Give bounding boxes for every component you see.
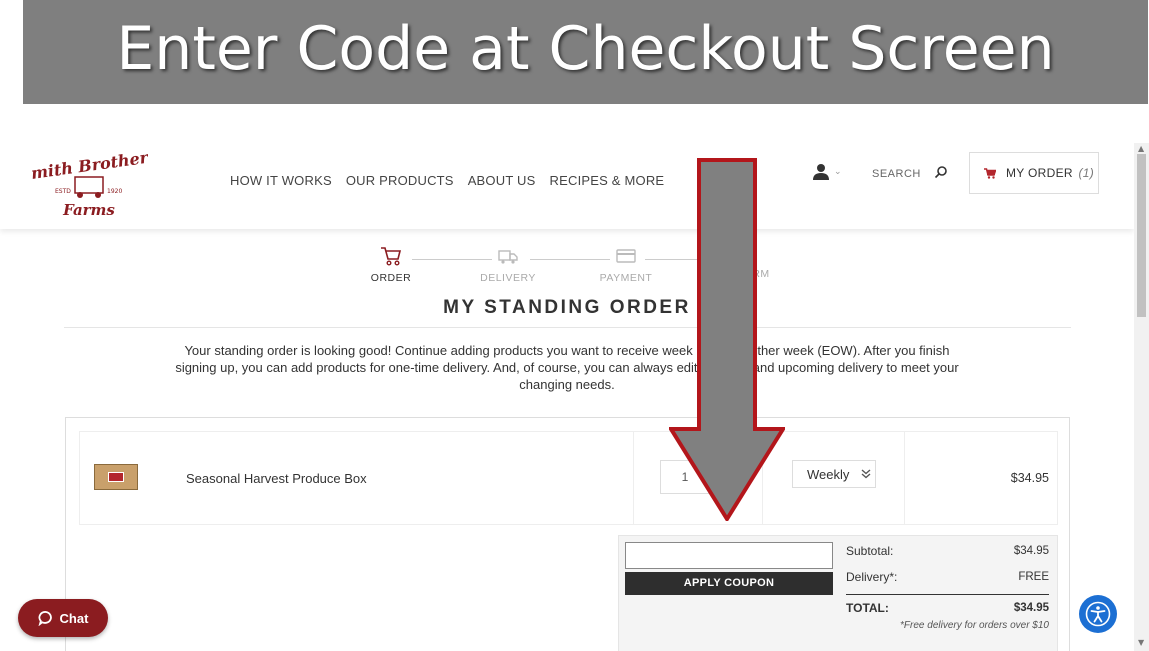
- accessibility-button[interactable]: [1079, 595, 1117, 633]
- chat-bubble-icon: [38, 611, 52, 626]
- step-delivery[interactable]: DELIVERY: [473, 246, 543, 284]
- site-header: Smith Brothers ESTD 1920 Farms HOW IT WO…: [0, 143, 1134, 229]
- step-order[interactable]: ORDER: [356, 246, 426, 284]
- nav-about-us[interactable]: ABOUT US: [468, 173, 536, 188]
- nav-our-products[interactable]: OUR PRODUCTS: [346, 173, 454, 188]
- intro-line1: Your standing order is looking good! Con…: [184, 343, 693, 358]
- title-divider: [64, 327, 1071, 328]
- order-summary: APPLY COUPON Subtotal: $34.95 Delivery*:…: [618, 535, 1058, 651]
- delivery-label: Delivery*:: [846, 570, 898, 584]
- chat-label: Chat: [59, 610, 89, 626]
- intro-line3: changing needs.: [519, 377, 615, 392]
- step-label: DELIVERY: [480, 272, 536, 284]
- account-menu[interactable]: ⌄: [812, 163, 842, 181]
- search-icon[interactable]: [934, 165, 948, 179]
- intro-text: Your standing order is looking good! Con…: [150, 342, 984, 393]
- totals: Subtotal: $34.95 Delivery*: FREE TOTAL: …: [846, 542, 1049, 621]
- logo-line2: Farms: [62, 201, 115, 219]
- subtotal-value: $34.95: [1013, 545, 1049, 557]
- delivery-row: Delivery*: FREE: [846, 568, 1049, 594]
- delivery-value: FREE: [1018, 571, 1049, 583]
- my-order-label: MY ORDER: [1006, 166, 1073, 180]
- down-arrow-annotation: [669, 158, 785, 521]
- cart-panel: Seasonal Harvest Produce Box 1 Weekly $3…: [65, 417, 1070, 651]
- logo-truck-icon: [74, 176, 104, 194]
- frequency-select[interactable]: Weekly: [792, 460, 876, 488]
- product-image[interactable]: [94, 464, 138, 490]
- product-name[interactable]: Seasonal Harvest Produce Box: [186, 471, 367, 486]
- main-nav: HOW IT WORKS OUR PRODUCTS ABOUT US RECIP…: [230, 173, 678, 188]
- frequency-value: Weekly: [807, 466, 850, 482]
- subtotal-row: Subtotal: $34.95: [846, 542, 1049, 568]
- cart-row: Seasonal Harvest Produce Box 1 Weekly $3…: [79, 431, 1058, 525]
- cart-icon: [381, 247, 402, 266]
- double-chevron-down-icon: [861, 469, 871, 479]
- total-row: TOTAL: $34.95: [846, 594, 1049, 621]
- card-icon: [616, 249, 636, 263]
- scroll-up-icon[interactable]: ▲: [1138, 144, 1144, 153]
- instruction-banner: Enter Code at Checkout Screen: [23, 0, 1148, 104]
- truck-icon: [498, 250, 518, 264]
- banner-title: Enter Code at Checkout Screen: [116, 14, 1055, 84]
- logo-estd: ESTD: [55, 188, 71, 195]
- scroll-thumb[interactable]: [1137, 154, 1146, 317]
- scroll-down-icon[interactable]: ▼: [1138, 638, 1144, 647]
- accessibility-icon: [1085, 601, 1111, 627]
- smith-brothers-logo[interactable]: Smith Brothers ESTD 1920 Farms: [30, 147, 148, 223]
- free-delivery-note: *Free delivery for orders over $10: [900, 620, 1049, 631]
- search-label[interactable]: SEARCH: [872, 168, 921, 180]
- step-payment[interactable]: PAYMENT: [591, 246, 661, 284]
- apply-coupon-button[interactable]: APPLY COUPON: [625, 572, 833, 595]
- item-price: $34.95: [1010, 471, 1049, 485]
- website-viewport: Smith Brothers ESTD 1920 Farms HOW IT WO…: [0, 143, 1134, 651]
- total-value: $34.95: [1013, 602, 1049, 614]
- subtotal-label: Subtotal:: [846, 544, 894, 558]
- nav-how-it-works[interactable]: HOW IT WORKS: [230, 173, 332, 188]
- chevron-down-icon: ⌄: [834, 167, 842, 177]
- logo-line1: Smith Brothers: [30, 147, 148, 185]
- coupon-input[interactable]: [625, 542, 833, 569]
- order-count: (1): [1078, 166, 1095, 180]
- logo-year: 1920: [107, 188, 122, 195]
- user-icon: [813, 164, 829, 180]
- total-label: TOTAL:: [846, 601, 889, 615]
- step-label: ORDER: [370, 272, 412, 284]
- step-label: PAYMENT: [599, 272, 653, 284]
- cart-icon: [984, 167, 996, 179]
- page-title: MY STANDING ORDER: [443, 297, 691, 318]
- nav-recipes-more[interactable]: RECIPES & MORE: [550, 173, 665, 188]
- intro-line2: signing up, you can add products for one…: [175, 360, 698, 375]
- chat-button[interactable]: Chat: [18, 599, 108, 637]
- page-scrollbar[interactable]: ▲ ▼: [1134, 143, 1149, 651]
- my-order-button[interactable]: MY ORDER (1): [969, 152, 1099, 194]
